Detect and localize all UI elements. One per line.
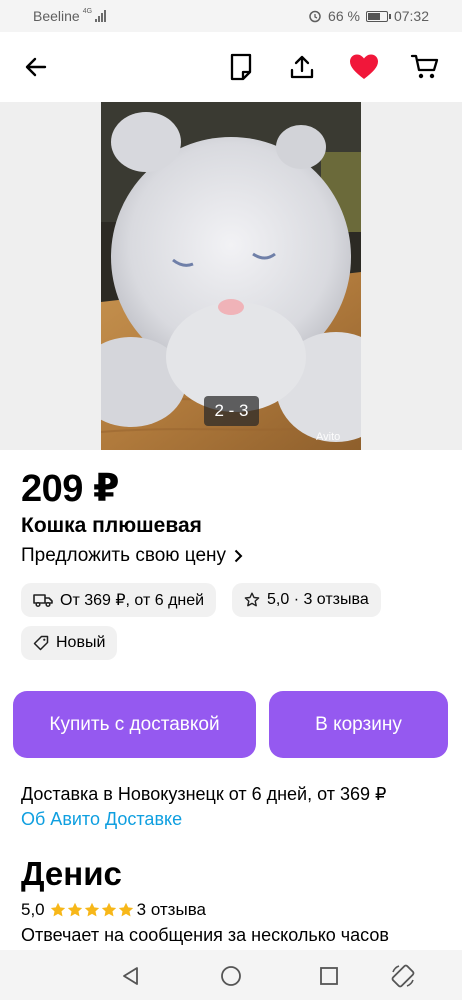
- delivery-chip[interactable]: От 369 ₽, от 6 дней: [21, 583, 217, 617]
- favorite-heart-icon[interactable]: [347, 50, 381, 84]
- alarm-icon: [309, 10, 321, 23]
- rotate-icon[interactable]: [390, 963, 416, 989]
- seller-response-time: Отвечает на сообщения за несколько часов: [21, 925, 389, 945]
- home-circle-icon[interactable]: [218, 963, 244, 989]
- note-icon[interactable]: [224, 50, 258, 84]
- carrier-name: Beeline: [33, 8, 80, 24]
- network-type: 4G: [82, 7, 93, 15]
- rating-chip[interactable]: 5,0 · 3 отзыва: [232, 583, 381, 617]
- clock: 07:32: [393, 8, 429, 24]
- star-icon: [101, 902, 116, 917]
- cart-icon[interactable]: [408, 50, 442, 84]
- rating-chip-label: 5,0 · 3 отзыва: [267, 591, 369, 608]
- battery-icon: [365, 10, 391, 22]
- buy-with-delivery-button[interactable]: Купить с доставкой: [13, 691, 256, 758]
- seller-rating-value: 5,0: [21, 900, 45, 919]
- star-icon: [50, 902, 65, 917]
- condition-chip[interactable]: Новый: [21, 626, 118, 660]
- top-toolbar: [0, 32, 462, 102]
- status-bar: Beeline 4G 66 % 07:32: [0, 0, 462, 32]
- star-icon: [84, 902, 99, 917]
- share-icon[interactable]: [285, 50, 319, 84]
- add-to-cart-button[interactable]: В корзину: [269, 691, 448, 758]
- tag-icon: [33, 635, 49, 651]
- listing-title: Кошка плюшевая: [21, 514, 202, 537]
- price: 209 ₽: [21, 468, 119, 510]
- condition-chip-label: Новый: [56, 634, 106, 651]
- back-triangle-icon[interactable]: [118, 963, 144, 989]
- battery-percent: 66 %: [328, 8, 360, 24]
- star-icon: [67, 902, 82, 917]
- rating-stars: [50, 902, 134, 918]
- offer-price-label: Предложить свою цену: [21, 545, 227, 566]
- truck-icon: [33, 594, 53, 608]
- photo-counter: 2 - 3: [204, 396, 259, 426]
- star-outline-icon: [244, 592, 260, 607]
- avito-watermark: Avito: [316, 431, 341, 443]
- signal-icon: [95, 10, 107, 22]
- offer-price-link[interactable]: Предложить свою цену: [21, 545, 243, 567]
- seller-reviews-count: 3 отзыва: [136, 900, 206, 919]
- recents-square-icon[interactable]: [316, 963, 342, 989]
- star-icon: [118, 902, 133, 917]
- about-delivery-link[interactable]: Об Авито Доставке: [21, 809, 182, 830]
- back-arrow-icon[interactable]: [19, 50, 53, 84]
- delivery-info: Доставка в Новокузнецк от 6 дней, от 369…: [21, 784, 387, 804]
- seller-name[interactable]: Денис: [21, 855, 122, 893]
- delivery-chip-label: От 369 ₽, от 6 дней: [60, 592, 205, 609]
- seller-rating-row[interactable]: 5,0 3 отзыва: [21, 900, 206, 920]
- system-nav-bar: [0, 950, 462, 1000]
- chevron-right-icon: [234, 549, 243, 563]
